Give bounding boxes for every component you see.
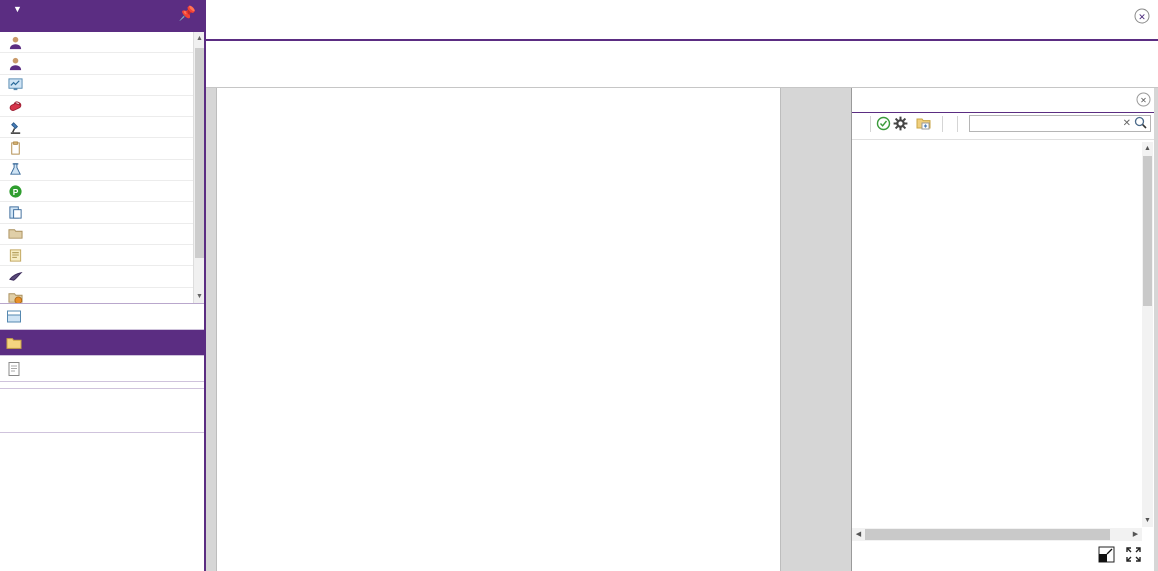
panel-footer <box>852 541 1154 571</box>
folder-add-icon[interactable] <box>916 116 931 131</box>
chevron-down-icon: ▼ <box>13 4 22 14</box>
scroll-up-icon[interactable]: ▲ <box>1142 142 1153 155</box>
person-icon <box>8 56 23 71</box>
scroll-left-icon[interactable]: ◀ <box>852 528 865 541</box>
sidebar-item-unclassified-documents[interactable] <box>0 266 204 288</box>
sidebar-nav-list: P ▲ ▼ <box>0 32 204 304</box>
sidebar-item-portal-communications[interactable]: P <box>0 181 204 203</box>
note-icon <box>8 248 23 263</box>
sidebar-item-recalls[interactable] <box>0 288 204 303</box>
recall-folder-icon <box>8 290 23 303</box>
sidebar-footer <box>0 433 204 459</box>
gear-icon[interactable] <box>893 116 908 131</box>
sidebar-sections <box>0 304 204 382</box>
sidebar-item-published-documents[interactable] <box>0 202 204 224</box>
pin-icon[interactable]: 📌 <box>179 5 196 22</box>
scroll-thumb[interactable] <box>195 48 204 258</box>
dashboard-icon <box>8 77 23 92</box>
folder-box-icon <box>8 226 23 241</box>
published-doc-icon <box>8 205 23 220</box>
queue-icon <box>6 361 24 377</box>
sidebar-item-profile[interactable] <box>0 53 204 75</box>
sidebar-section-queue-management[interactable] <box>0 356 204 382</box>
flask-icon <box>8 162 23 177</box>
sidebar-section-my-activities[interactable] <box>0 304 204 330</box>
orders-panel-tabs: ✕ <box>852 88 1154 112</box>
scroll-down-icon[interactable]: ▼ <box>194 290 204 303</box>
orders-tree: ▲ ▼ ◀ ▶ <box>852 140 1154 541</box>
unclassified-icon <box>8 269 23 284</box>
sidebar-item-chart-notes[interactable] <box>0 245 204 267</box>
pill-icon <box>8 99 23 114</box>
svg-text:✕: ✕ <box>1138 12 1146 22</box>
folder-icon <box>6 335 24 351</box>
restore-window-icon[interactable] <box>1098 546 1115 566</box>
application-window: ▼ 📌 P ▲ ▼ ✕ ✕ ✕ ▲ ▼ ◀ ▶ <box>0 0 1158 571</box>
search-icon[interactable] <box>1134 116 1147 132</box>
main-area: ✕ ✕ ✕ ▲ ▼ ◀ ▶ <box>206 0 1158 571</box>
panel-close-icon[interactable]: ✕ <box>1136 92 1151 107</box>
patient-tab-bar: ✕ <box>206 0 1158 41</box>
scroll-right-icon[interactable]: ▶ <box>1129 528 1142 541</box>
colonoscopy-report-document <box>216 88 781 571</box>
svg-text:✕: ✕ <box>1140 96 1147 105</box>
window-close-icon[interactable]: ✕ <box>1134 8 1150 24</box>
portal-icon: P <box>8 184 23 199</box>
left-sidebar: ▼ 📌 P ▲ ▼ <box>0 0 206 571</box>
check-circle-icon[interactable] <box>876 116 891 131</box>
sidebar-item-orders[interactable] <box>0 117 204 139</box>
clipboard-icon <box>8 141 23 156</box>
tree-vertical-scrollbar[interactable]: ▲ ▼ <box>1142 142 1153 527</box>
sidebar-item-tasks[interactable] <box>0 138 204 160</box>
sidebar-user-header[interactable]: ▼ 📌 <box>0 0 204 32</box>
scroll-up-icon[interactable]: ▲ <box>194 32 204 46</box>
scroll-down-icon[interactable]: ▼ <box>1142 514 1153 527</box>
sidebar-item-prescriptions[interactable] <box>0 96 204 118</box>
activities-icon <box>6 309 24 325</box>
sidebar-scrollbar[interactable]: ▲ ▼ <box>193 32 204 303</box>
content-area: ▲ ✕ <box>206 88 1158 571</box>
expand-fullscreen-icon[interactable] <box>1125 546 1142 566</box>
sidebar-item-demographics[interactable] <box>0 32 204 54</box>
svg-text:P: P <box>13 187 19 197</box>
search-input[interactable] <box>973 117 1120 130</box>
microscope-icon <box>8 120 23 135</box>
person-icon <box>8 35 23 50</box>
document-viewport: ▲ <box>206 88 873 571</box>
sidebar-section-medical-charts[interactable] <box>0 330 204 356</box>
sidebar-tool-strip <box>0 389 204 433</box>
orders-panel: ✕ ✕ ▲ ▼ ◀ ▶ <box>851 88 1154 571</box>
search-input-wrapper[interactable]: ✕ <box>969 115 1151 132</box>
sidebar-stats <box>0 382 204 389</box>
scroll-thumb[interactable] <box>865 529 1110 540</box>
divider <box>870 115 871 132</box>
sidebar-office-selector[interactable]: ▼ <box>8 3 196 18</box>
sidebar-item-disease-management-dashboard[interactable] <box>0 75 204 96</box>
tree-horizontal-scrollbar[interactable]: ◀ ▶ <box>852 528 1142 541</box>
sidebar-item-results[interactable] <box>0 160 204 182</box>
main-toolbar <box>206 41 1158 88</box>
sidebar-item-patient-documents[interactable] <box>0 224 204 245</box>
clear-x-icon[interactable]: ✕ <box>1120 118 1134 129</box>
divider <box>957 115 958 132</box>
divider <box>942 115 943 132</box>
scroll-thumb[interactable] <box>1143 156 1152 306</box>
orders-panel-toolbar: ✕ <box>852 112 1154 134</box>
